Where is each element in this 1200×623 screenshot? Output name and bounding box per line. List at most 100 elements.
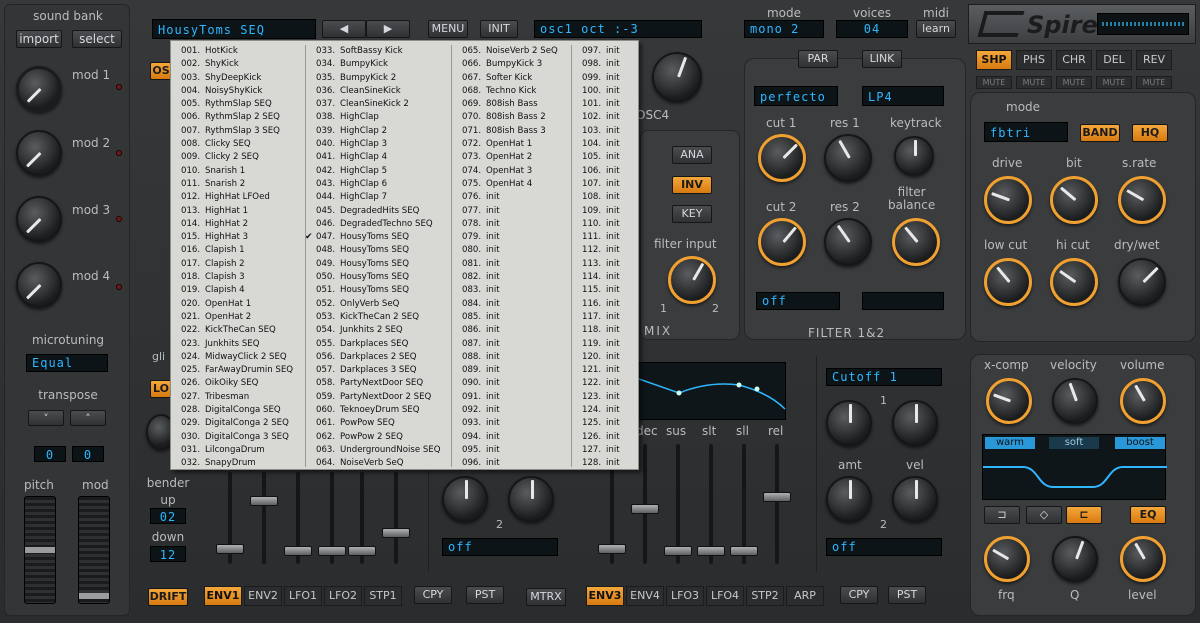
env3-dest2-display[interactable]: off [826, 538, 942, 556]
preset-menu-item[interactable]: 001. HotKick [171, 45, 305, 58]
res2-knob[interactable] [824, 218, 872, 266]
drift-button[interactable]: DRIFT [148, 588, 188, 606]
filter2-mode-display[interactable] [862, 292, 944, 310]
tab-env1[interactable]: ENV1 [204, 586, 242, 606]
pitch-wheel[interactable] [24, 496, 56, 604]
eq-soft-tab[interactable]: soft [1049, 437, 1099, 449]
preset-menu-item[interactable]: 082. init [452, 271, 571, 284]
preset-menu-item[interactable]: 048. HousyToms SEQ [306, 244, 451, 257]
preset-menu-item[interactable]: 037. CleanSineKick 2 [306, 98, 451, 111]
mod2-knob[interactable] [16, 130, 62, 176]
filter1-type-display[interactable]: perfecto [754, 86, 838, 106]
preset-menu-item[interactable]: 006. RythmSlap 2 SEQ [171, 111, 305, 124]
preset-menu-item[interactable]: 013. HighHat 1 [171, 205, 305, 218]
matrix-button[interactable]: MTRX [526, 588, 566, 606]
preset-menu-item[interactable]: 034. BumpyKick [306, 58, 451, 71]
osc-button-partial[interactable]: OS [150, 62, 172, 80]
preset-menu-item[interactable]: 064. NoiseVerb SeQ [306, 457, 451, 470]
preset-menu-item[interactable]: 077. init [452, 205, 571, 218]
paste-button-right[interactable]: PST [888, 586, 926, 604]
preset-menu-item[interactable]: 035. BumpyKick 2 [306, 72, 451, 85]
tab-env2[interactable]: ENV2 [244, 586, 282, 606]
tab-env3[interactable]: ENV3 [586, 586, 624, 606]
preset-menu-item[interactable]: 036. CleanSineKick [306, 85, 451, 98]
eq-button[interactable]: EQ [1130, 506, 1166, 524]
preset-menu-item[interactable]: 062. PowPow 2 SEQ [306, 431, 451, 444]
preset-menu-item[interactable]: 055. Darkplaces SEQ [306, 338, 451, 351]
preset-menu-item[interactable]: 084. init [452, 298, 571, 311]
preset-menu-item[interactable]: 019. Clapish 4 [171, 284, 305, 297]
preset-menu-item[interactable]: 075. OpenHat 4 [452, 178, 571, 191]
lowcut-knob[interactable] [984, 258, 1032, 306]
fx-tab-shp[interactable]: SHP [976, 50, 1012, 70]
preset-menu-item[interactable]: 076. init [452, 191, 571, 204]
preset-menu-item[interactable]: 080. init [452, 244, 571, 257]
preset-menu-item[interactable]: 061. PowPow SEQ [306, 417, 451, 430]
env3-amt2-knob[interactable] [826, 476, 872, 522]
preset-menu-item[interactable]: 044. HighClap 7 [306, 191, 451, 204]
env3-slt-cap[interactable] [697, 546, 725, 556]
preset-menu-item[interactable]: 094. init [452, 431, 571, 444]
preset-menu-item[interactable]: 056. Darkplaces 2 SEQ [306, 351, 451, 364]
preset-menu-item[interactable]: 024. MidwayClick 2 SEQ [171, 351, 305, 364]
menu-button[interactable]: MENU [428, 20, 468, 38]
preset-menu-item[interactable]: 093. init [452, 417, 571, 430]
preset-menu-item[interactable]: 039. HighClap 2 [306, 125, 451, 138]
preset-menu-item[interactable]: 009. Clicky 2 SEQ [171, 151, 305, 164]
preset-menu-item[interactable]: 012. HighHat LFOed [171, 191, 305, 204]
tab-stp1[interactable]: STP1 [364, 586, 402, 606]
preset-menu-item[interactable]: 040. HighClap 3 [306, 138, 451, 151]
preset-menu-item[interactable]: 004. NoisyShyKick [171, 85, 305, 98]
preset-menu-item[interactable]: 008. Clicky SEQ [171, 138, 305, 151]
bender-down-value[interactable]: 12 [150, 546, 186, 562]
preset-menu-item[interactable]: 018. Clapish 3 [171, 271, 305, 284]
preset-menu-item[interactable]: 010. Snarish 1 [171, 165, 305, 178]
preset-menu-item[interactable]: 032. SnapyDrum [171, 457, 305, 470]
preset-menu-item[interactable]: 107. init [572, 178, 639, 191]
preset-menu-item[interactable]: 017. Clapish 2 [171, 258, 305, 271]
eq-q-knob[interactable] [1052, 536, 1098, 582]
preset-menu-item[interactable]: 051. HousyToms SEQ [306, 284, 451, 297]
preset-menu-item[interactable]: 057. Darkplaces 3 SEQ [306, 364, 451, 377]
env1-fader-4-cap[interactable] [318, 546, 346, 556]
env3-sus-cap[interactable] [664, 546, 692, 556]
env3-dec-cap[interactable] [631, 504, 659, 514]
link-button[interactable]: LINK [862, 50, 902, 68]
key-button[interactable]: KEY [672, 205, 712, 223]
env1-dest2-display[interactable]: off [442, 538, 558, 556]
env3-vel2-knob[interactable] [892, 476, 938, 522]
preset-menu-item[interactable]: 015. HighHat 3 [171, 231, 305, 244]
transpose-down-button[interactable]: ˅ [28, 410, 64, 426]
preset-menu-item[interactable]: 030. DigitalConga 3 SEQ [171, 431, 305, 444]
keytrack-knob[interactable] [894, 136, 934, 176]
par-button[interactable]: PAR [798, 50, 838, 68]
import-button[interactable]: import [16, 30, 62, 48]
preset-menu-item[interactable]: 091. init [452, 391, 571, 404]
init-button[interactable]: INIT [480, 20, 518, 38]
env3-rel-cap[interactable] [763, 492, 791, 502]
preset-menu-item[interactable]: ✔ 047. HousyToms SEQ [305, 231, 451, 244]
preset-menu-item[interactable]: 087. init [452, 338, 571, 351]
preset-menu-item[interactable]: 101. init [572, 98, 639, 111]
preset-menu-item[interactable]: 106. init [572, 165, 639, 178]
midi-learn-button[interactable]: learn [916, 20, 956, 38]
voices-display[interactable]: 04 [836, 20, 908, 38]
preset-menu-item[interactable]: 112. init [572, 244, 639, 257]
fx-tab-rev[interactable]: REV [1136, 50, 1172, 70]
preset-menu-item[interactable]: 021. OpenHat 2 [171, 311, 305, 324]
copy-button-right[interactable]: CPY [840, 586, 878, 604]
preset-menu-item[interactable]: 117. init [572, 311, 639, 324]
env3-rel-fader[interactable] [775, 444, 779, 564]
preset-menu-item[interactable]: 074. OpenHat 3 [452, 165, 571, 178]
fx-tab-chr[interactable]: CHR [1056, 50, 1092, 70]
preset-menu-item[interactable]: 059. PartyNextDoor 2 SEQ [306, 391, 451, 404]
preset-menu-item[interactable]: 089. init [452, 364, 571, 377]
tab-arp[interactable]: ARP [786, 586, 824, 606]
preset-menu-item[interactable]: 126. init [572, 431, 639, 444]
preset-menu-item[interactable]: 085. init [452, 311, 571, 324]
srate-knob[interactable] [1118, 176, 1166, 224]
preset-menu-item[interactable]: 053. KickTheCan 2 SEQ [306, 311, 451, 324]
preset-menu-item[interactable]: 054. Junkhits 2 SEQ [306, 324, 451, 337]
patch-name-display[interactable]: HousyToms SEQ [152, 19, 316, 39]
env1-fader-1-cap[interactable] [216, 544, 244, 554]
